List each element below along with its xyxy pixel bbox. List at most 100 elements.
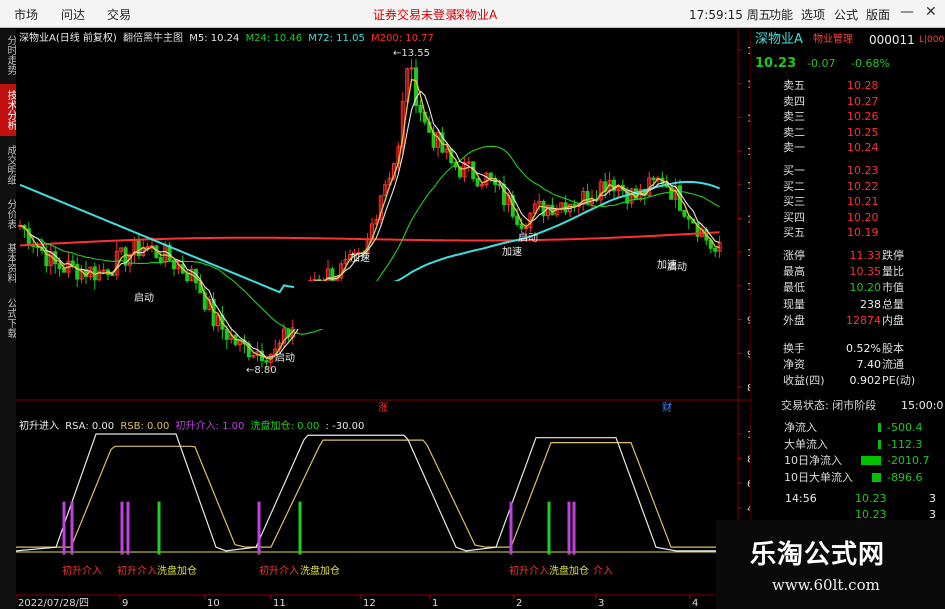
stat-label-2: 内盘 — [882, 313, 904, 327]
stat-row: 最低 10.20 市值 — [751, 280, 945, 296]
ask-price: 10.26 — [847, 110, 879, 123]
ma72-label: M72: 11.05 — [308, 33, 365, 44]
tab-trades[interactable]: 成交明细 — [0, 139, 16, 191]
candle-body — [70, 260, 75, 266]
tab-intraday[interactable]: 分时走势 — [0, 29, 16, 81]
bid-label: 买四 — [783, 210, 805, 224]
stat-label: 涨停 — [783, 249, 805, 262]
candle-body — [264, 359, 269, 363]
candle-body — [57, 263, 62, 269]
flow-row: 净流入 -500.4 — [751, 420, 945, 436]
fin-value: 0.902 — [849, 374, 882, 388]
menu-layout[interactable]: 版面 — [866, 6, 890, 23]
candle-body — [101, 269, 106, 272]
industry-tag[interactable]: 物业管理 — [813, 32, 853, 48]
side-tab-bar: 分时走势 技术分析 成交明细 分价表 基本资料 公式下载 — [0, 29, 16, 609]
rsb-line — [16, 439, 738, 548]
tab-fundamentals[interactable]: 基本资料 — [0, 237, 16, 289]
stat-label-2: 量比 — [882, 265, 904, 279]
ask-row: 卖一 10.24 — [751, 140, 945, 156]
trade-status-row: 交易状态: 闭市阶段 15:00:0 — [751, 398, 945, 414]
ma5-label: M5: 10.24 — [189, 33, 240, 44]
tick-row: 14:56 10.23 3 — [751, 491, 945, 507]
date-label: 4 — [692, 598, 698, 609]
fin-label: 收益(四) — [783, 374, 825, 388]
close-icon[interactable]: ✕ — [925, 4, 937, 20]
tick-price: 10.23 — [855, 492, 887, 505]
flow-value: -896.6 — [887, 470, 923, 484]
flow-row: 10日净流入 -2010.7 — [751, 453, 945, 469]
tab-technical[interactable]: 技术分析 — [0, 84, 16, 136]
site-watermark: 乐淘公式网 www.60lt.com — [716, 520, 945, 609]
tab-formula-download[interactable]: 公式下载 — [0, 292, 16, 344]
sub-signal-label: 洗盘加仓 — [300, 564, 340, 577]
stat-row: 现量 238 总量 — [751, 297, 945, 313]
candle-body — [466, 161, 471, 164]
sub-signal-label: 介入 — [593, 565, 613, 577]
bid-label: 买五 — [783, 226, 805, 239]
signal-label: 启动 — [275, 351, 295, 364]
flow-value: -112.3 — [887, 437, 923, 451]
stat-value: 12874 — [846, 313, 881, 327]
tab-price-table[interactable]: 分价表 — [0, 194, 16, 234]
sub-signal-label: 初升介入 — [259, 564, 299, 577]
sub-signal-label: 初升介入 — [117, 564, 157, 577]
signal-label: 启动 — [518, 231, 538, 244]
fin-label: 换手 — [783, 342, 805, 355]
fin-label-2: 股本 — [882, 342, 904, 355]
minimize-icon[interactable]: — — [900, 4, 914, 20]
bid-price: 10.19 — [847, 226, 879, 239]
sub-signal-label: 初升介入 — [62, 564, 102, 577]
indicator-name[interactable]: 翻倍黑牛主图 — [123, 33, 183, 44]
bid-row: 买五 10.19 — [751, 225, 945, 241]
flow-bar — [861, 456, 881, 465]
bid-price: 10.22 — [847, 179, 879, 193]
level-badge: L|000 — [919, 35, 945, 45]
flow-label: 大单流入 — [784, 437, 828, 451]
flow-bar — [878, 439, 881, 449]
bid-label: 买二 — [783, 179, 805, 193]
signal-label: 加速 — [502, 246, 522, 258]
flow-row: 10日大单流入 -896.6 — [751, 470, 945, 486]
clock: 17:59:15 周五 — [689, 8, 771, 22]
stat-row: 涨停 11.33 跌停 — [751, 248, 945, 264]
sub-indicator-name[interactable]: 初升进入 — [19, 421, 59, 432]
bid-row: 买三 10.21 — [751, 194, 945, 210]
rsa-label: RSA: 0.00 — [65, 421, 115, 432]
candle-body — [524, 227, 528, 230]
fin-value: 0.52% — [846, 342, 881, 355]
ask-price: 10.28 — [847, 79, 879, 92]
candle-body — [682, 209, 687, 217]
menu-market[interactable]: 市场 — [14, 6, 38, 23]
high-price-label: ←13.55 — [393, 48, 430, 59]
kline-chart[interactable]: 13.5013.0012.5012.0011.5011.0010.5010.00… — [16, 29, 750, 609]
initial-entry-label: 初升介入: 1.00 — [175, 421, 245, 432]
candle-body — [62, 267, 66, 273]
stat-label: 现量 — [783, 297, 805, 311]
baseline-label: : -30.00 — [325, 421, 365, 432]
ask-price: 10.27 — [847, 94, 879, 108]
watermark-title: 乐淘公式网 — [750, 540, 886, 570]
menu-wenda[interactable]: 问达 — [61, 6, 85, 23]
login-alert[interactable]: 证券交易未登录 — [373, 6, 457, 23]
menu-formula[interactable]: 公式 — [834, 6, 858, 23]
flow-row: 大单流入 -112.3 — [751, 437, 945, 453]
stat-label: 最高 — [783, 265, 805, 279]
ask-row: 卖二 10.25 — [751, 125, 945, 141]
last-price: 10.23 — [755, 56, 797, 71]
candle-body — [418, 104, 423, 113]
date-label: 1 — [432, 598, 438, 609]
menu-options[interactable]: 选项 — [801, 6, 825, 23]
bid-price: 10.20 — [847, 210, 879, 224]
top-menu-bar: 市场 问达 交易 证券交易未登录 深物业A 17:59:15 周五 功能 选项 … — [0, 0, 945, 28]
menu-function[interactable]: 功能 — [769, 6, 793, 23]
fin-label-2: PE(动) — [882, 374, 916, 388]
sub-signal-label: 洗盘加仓 — [549, 564, 589, 577]
stat-label-2: 市值 — [882, 281, 904, 295]
flow-bar — [878, 423, 881, 432]
stat-value: 10.35 — [849, 265, 882, 279]
date-label: 2 — [516, 598, 522, 609]
menu-trade[interactable]: 交易 — [107, 6, 131, 23]
candle-body — [502, 184, 506, 206]
fin-label-2: 流通 — [882, 358, 904, 372]
